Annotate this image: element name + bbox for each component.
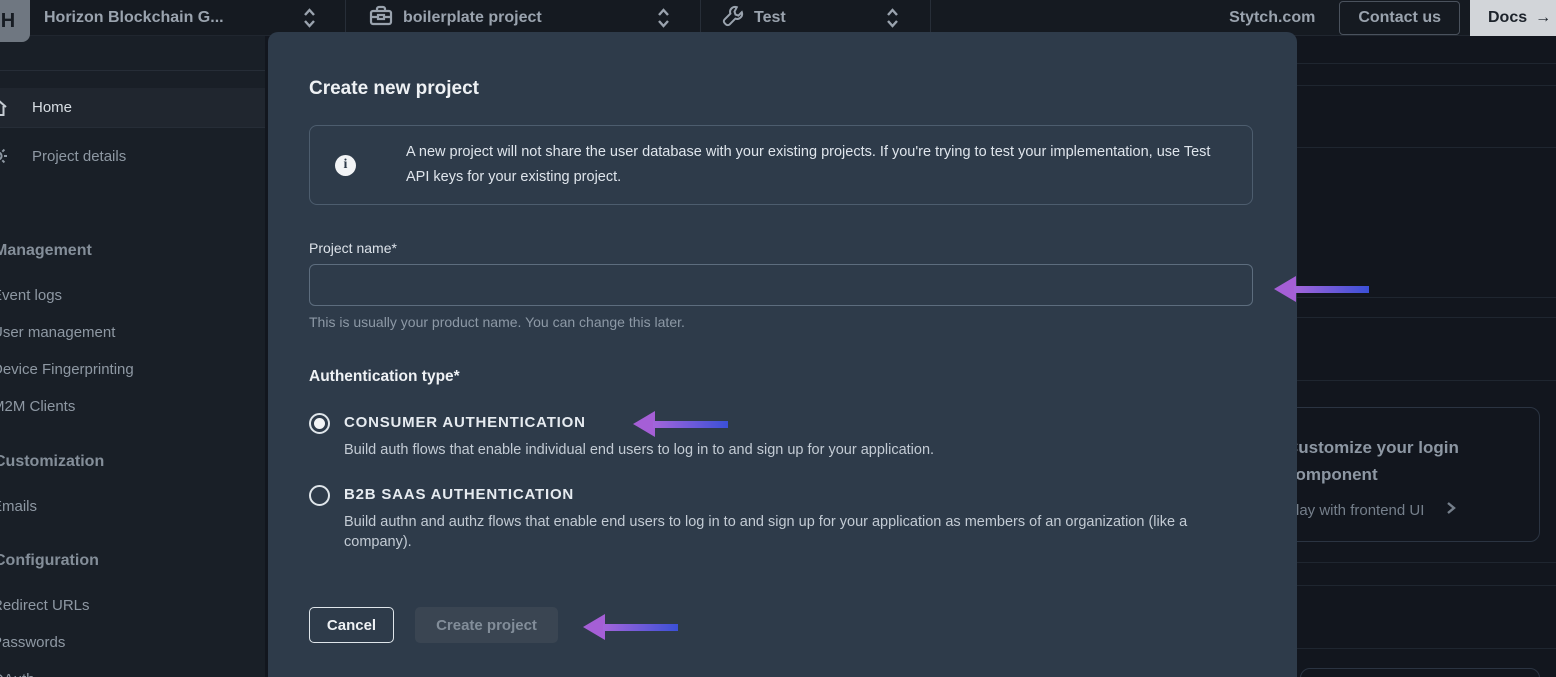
arrow-tail [1294, 286, 1369, 293]
auth-type-label: Authentication type* [309, 368, 1256, 386]
arrow-head [1274, 276, 1296, 302]
sidebar-item-project-details[interactable]: Project details [0, 136, 265, 176]
arrow-head [633, 411, 655, 437]
sidebar-section-configuration: Configuration [0, 552, 99, 570]
sidebar-section-customization: Customization [0, 453, 104, 471]
sidebar-item-m2m-clients[interactable]: M2M Clients [0, 398, 75, 415]
page: Customize your login component Play with… [0, 0, 1556, 677]
bg-row-divider [1297, 317, 1556, 318]
radio-option-b2b[interactable]: B2B SAAS AUTHENTICATION Build authn and … [309, 486, 1256, 552]
sidebar-item-home[interactable]: Home [0, 88, 265, 128]
topbar: H Horizon Blockchain G... boilerplate pr… [0, 0, 1556, 36]
bg-row-divider [1297, 585, 1556, 586]
modal-title: Create new project [309, 78, 1256, 100]
sidebar-item-event-logs[interactable]: Event logs [0, 287, 62, 304]
project-switcher-label: boilerplate project [403, 9, 542, 27]
login-component-card: Customize your login component Play with… [1265, 407, 1540, 542]
project-name-input[interactable] [309, 264, 1253, 306]
arrow-head [583, 614, 605, 640]
sidebar-item-label: Home [32, 99, 72, 116]
annotation-arrow-project-name-input [1274, 276, 1369, 302]
contact-us-button[interactable]: Contact us [1339, 1, 1460, 35]
sidebar-item-user-management[interactable]: User management [0, 324, 115, 341]
bg-row-divider [1297, 63, 1556, 64]
topbar-divider [345, 0, 346, 36]
info-banner-text: A new project will not share the user da… [406, 140, 1236, 190]
create-project-modal: Create new project i A new project will … [268, 32, 1297, 677]
bg-row-divider [1297, 562, 1556, 563]
home-icon [0, 98, 10, 118]
project-switcher[interactable]: boilerplate project [369, 0, 542, 36]
stytch-com-link[interactable]: Stytch.com [1229, 9, 1315, 27]
bg-row-divider [1297, 147, 1556, 148]
sidebar-item-emails[interactable]: Emails [0, 498, 37, 515]
environment-switcher-label: Test [754, 9, 786, 27]
create-project-button[interactable]: Create project [415, 607, 558, 643]
login-component-card-title: Customize your login component [1286, 434, 1501, 488]
bg-row-divider [1297, 85, 1556, 86]
environment-switcher[interactable]: Test [722, 0, 786, 36]
info-banner: i A new project will not share the user … [309, 125, 1253, 205]
topbar-divider [930, 0, 931, 36]
project-name-helper: This is usually your product name. You c… [309, 314, 1256, 330]
arrow-right-icon: → [1535, 9, 1551, 27]
radio-b2b-unselected[interactable] [309, 485, 330, 506]
sidebar-section-management: Management [0, 242, 92, 260]
chevron-right-icon [1444, 501, 1458, 519]
frontend-ui-link-label: Play with frontend UI [1286, 502, 1424, 519]
bg-row-divider [1297, 380, 1556, 381]
info-icon: i [335, 155, 356, 176]
radio-option-consumer[interactable]: CONSUMER AUTHENTICATION Build auth flows… [309, 414, 1256, 460]
workspace-logo[interactable]: H [0, 0, 30, 42]
arrow-tail [653, 421, 728, 428]
radio-consumer-description: Build auth flows that enable individual … [344, 440, 1249, 460]
org-switcher-label: Horizon Blockchain G... [44, 9, 224, 27]
radio-b2b-label: B2B SAAS AUTHENTICATION [344, 486, 1256, 503]
project-name-label: Project name* [309, 240, 1256, 256]
wrench-icon [722, 5, 744, 32]
gear-icon [0, 146, 10, 166]
chevron-updown-icon[interactable] [656, 0, 671, 36]
radio-consumer-selected[interactable] [309, 413, 330, 434]
radio-b2b-description: Build authn and authz flows that enable … [344, 512, 1249, 552]
frontend-ui-link[interactable]: Play with frontend UI [1286, 501, 1519, 519]
arrow-tail [603, 624, 678, 631]
sidebar-item-oauth[interactable]: OAuth [0, 671, 35, 677]
sidebar-item-device-fingerprinting[interactable]: Device Fingerprinting [0, 361, 134, 378]
radio-consumer-label: CONSUMER AUTHENTICATION [344, 414, 1256, 431]
annotation-arrow-create-button [583, 614, 678, 640]
sidebar-divider [0, 70, 265, 71]
sidebar-item-label: Project details [32, 148, 126, 165]
docs-button[interactable]: Docs → [1470, 0, 1556, 36]
annotation-arrow-consumer-auth [633, 411, 728, 437]
org-switcher[interactable]: Horizon Blockchain G... [44, 0, 224, 36]
sidebar: Home Project details Management Event lo… [0, 36, 265, 677]
bg-row-divider [1297, 648, 1556, 649]
sidebar-item-redirect-urls[interactable]: Redirect URLs [0, 597, 90, 614]
topbar-divider [700, 0, 701, 36]
briefcase-icon [369, 5, 393, 32]
sidebar-item-passwords[interactable]: Passwords [0, 634, 65, 651]
chevron-updown-icon[interactable] [302, 0, 317, 36]
bg-card-partial [1300, 668, 1540, 677]
cancel-button[interactable]: Cancel [309, 607, 394, 643]
chevron-updown-icon[interactable] [885, 0, 900, 36]
